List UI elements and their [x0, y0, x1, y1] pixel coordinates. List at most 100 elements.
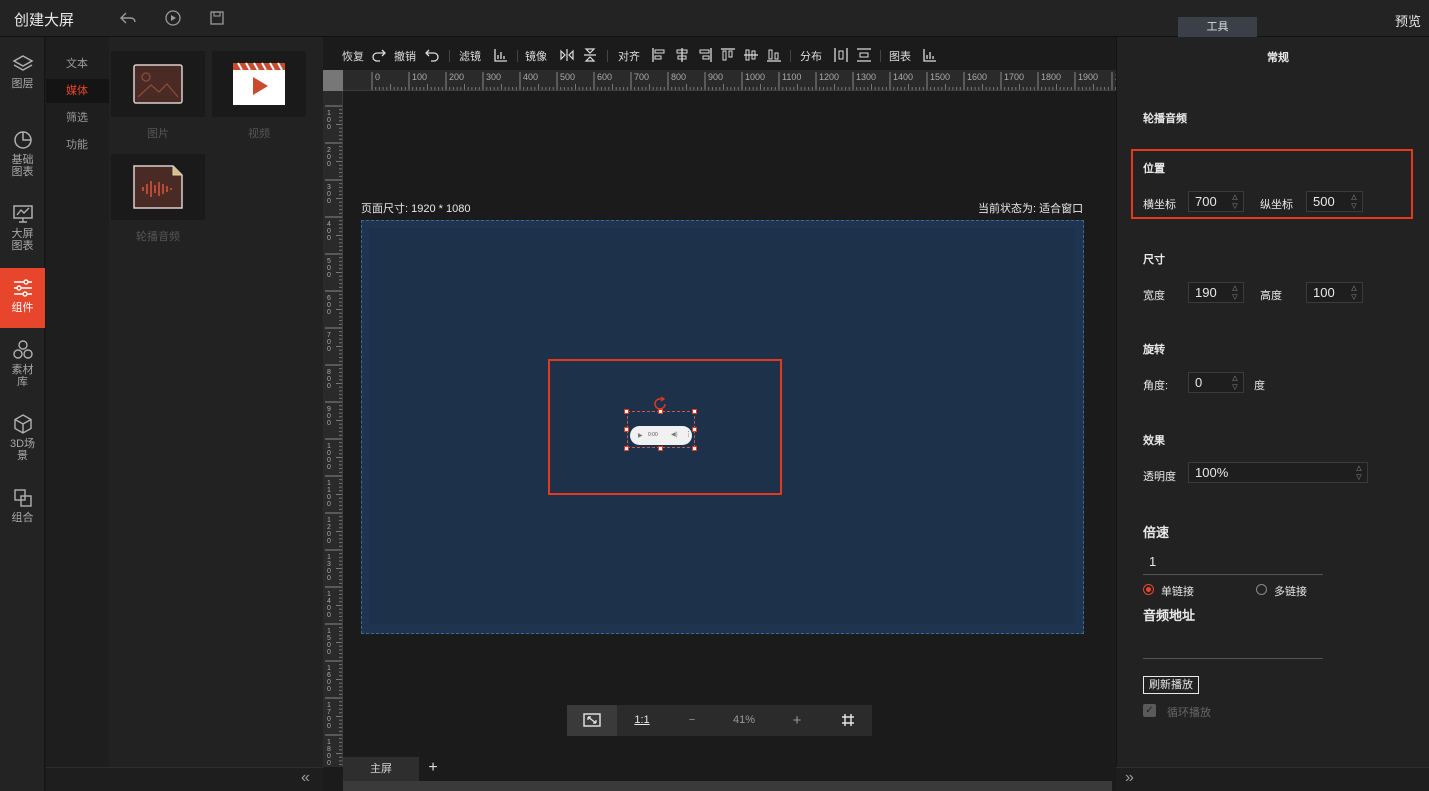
grid-toggle-button[interactable]	[824, 705, 872, 736]
radio-label: 单链接	[1161, 586, 1194, 598]
nav-item-screen-charts[interactable]: 大屏图表	[0, 203, 45, 257]
redo-icon[interactable]	[371, 47, 387, 63]
opacity-input[interactable]: 100% △ ▽	[1188, 462, 1368, 483]
combine-icon	[13, 489, 32, 507]
audio-player[interactable]: ▶ 0:00 ◀) ⋮	[630, 426, 692, 445]
refresh-play-button[interactable]: 刷新播放	[1143, 676, 1199, 694]
ruler-label: 0	[327, 538, 331, 545]
nav-label: 素材库	[11, 364, 34, 388]
audio-url-input[interactable]	[1143, 637, 1323, 659]
ruler-label: 400	[523, 72, 538, 82]
ruler-label: 0	[327, 760, 331, 767]
stepper-icon[interactable]: △ ▽	[1230, 284, 1240, 302]
angle-input[interactable]: 0 △ ▽	[1188, 372, 1244, 393]
speed-input[interactable]: 1	[1143, 554, 1323, 575]
distribute-button[interactable]: 分布	[800, 48, 822, 64]
sub-nav-filter[interactable]: 筛选	[46, 106, 109, 130]
preview-button[interactable]: 预览	[1395, 11, 1421, 30]
player-volume-icon[interactable]: ◀)	[671, 431, 678, 438]
ruler-label: 0	[327, 302, 331, 309]
flip-vertical-icon[interactable]	[582, 47, 598, 63]
ruler-label: 1900	[1078, 72, 1098, 82]
radio-label: 多链接	[1274, 586, 1307, 598]
mirror-button[interactable]: 镜像	[525, 48, 547, 64]
save-icon[interactable]	[207, 9, 227, 29]
chart-button[interactable]: 图表	[889, 48, 911, 64]
align-left-icon[interactable]	[651, 47, 667, 63]
tab-tools[interactable]: 工具	[1178, 17, 1257, 37]
resize-handle[interactable]	[692, 427, 697, 432]
align-bottom-icon[interactable]	[766, 47, 782, 63]
ruler-label: 0	[327, 161, 331, 168]
align-right-icon[interactable]	[697, 47, 713, 63]
ruler-label: 1300	[856, 72, 876, 82]
ruler-label: 0	[327, 649, 331, 656]
nav-item-material-library[interactable]: 素材库	[0, 339, 45, 393]
ruler-label: 1	[327, 487, 331, 494]
align-top-icon[interactable]	[720, 47, 736, 63]
stepper-icon[interactable]: △ ▽	[1230, 374, 1240, 392]
play-icon[interactable]	[163, 9, 183, 29]
redo-button[interactable]: 恢复	[342, 48, 364, 64]
collapse-right-icon[interactable]: »	[1125, 769, 1134, 787]
distribute-v-icon[interactable]	[856, 47, 872, 63]
zoom-1-1-button[interactable]: 1:1	[617, 705, 667, 736]
zoom-bar: 1:1 − 41% +	[567, 705, 872, 736]
player-more-icon[interactable]: ⋮	[685, 430, 692, 438]
collapse-left-icon[interactable]: «	[301, 769, 310, 787]
ruler-label: 1100	[782, 72, 801, 82]
undo-icon[interactable]	[118, 9, 138, 29]
align-middle-icon[interactable]	[743, 47, 759, 63]
nav-item-components[interactable]: 组件	[0, 268, 45, 328]
effect-title: 效果	[1143, 435, 1165, 447]
ruler-label: 0	[327, 383, 331, 390]
bar-chart-icon[interactable]	[922, 47, 938, 63]
flip-horizontal-icon[interactable]	[559, 47, 575, 63]
resize-handle[interactable]	[692, 446, 697, 451]
distribute-h-icon[interactable]	[833, 47, 849, 63]
width-input[interactable]: 190 △ ▽	[1188, 282, 1244, 303]
asset-carousel-audio[interactable]: 轮播音频	[111, 154, 205, 244]
resize-handle[interactable]	[658, 409, 663, 414]
nav-item-basic-charts[interactable]: 基础图表	[0, 129, 45, 183]
filter-button[interactable]: 滤镜	[459, 48, 481, 64]
ruler-label: 1	[327, 517, 331, 524]
stepper-icon[interactable]: △ ▽	[1354, 464, 1364, 482]
player-play-icon[interactable]: ▶	[638, 432, 643, 439]
fit-screen-icon	[583, 713, 601, 727]
fit-screen-button[interactable]	[567, 705, 617, 736]
undo-icon[interactable]	[424, 47, 440, 63]
nav-item-combine[interactable]: 组合	[0, 487, 45, 531]
filter-chart-icon[interactable]	[493, 47, 509, 63]
nav-item-3d-scene[interactable]: 3D场景	[0, 413, 45, 467]
ruler-label: 0	[327, 420, 331, 427]
ruler-label: 0	[327, 568, 331, 575]
zoom-in-button[interactable]: +	[771, 705, 823, 736]
nav-item-layers[interactable]: 图层	[0, 53, 45, 97]
zoom-out-button[interactable]: −	[667, 705, 717, 736]
resize-handle[interactable]	[624, 446, 629, 451]
resize-handle[interactable]	[692, 409, 697, 414]
section-general[interactable]: 常规	[1267, 49, 1289, 65]
sub-nav-media[interactable]: 媒体	[46, 79, 109, 103]
align-button[interactable]: 对齐	[618, 48, 640, 64]
stepper-icon[interactable]: △ ▽	[1349, 284, 1359, 302]
rotation-title: 旋转	[1143, 344, 1165, 356]
sub-nav-text[interactable]: 文本	[46, 52, 109, 76]
ruler-label: 200	[449, 72, 464, 82]
horizontal-scrollbar[interactable]	[343, 781, 1112, 791]
player-time: 0:00	[648, 432, 658, 438]
resize-handle[interactable]	[624, 409, 629, 414]
add-screen-button[interactable]: +	[424, 757, 442, 781]
tab-main-screen[interactable]: 主屏	[343, 757, 419, 781]
audio-url-title: 音频地址	[1143, 608, 1196, 623]
undo-button[interactable]: 撤销	[394, 48, 416, 64]
resize-handle[interactable]	[624, 427, 629, 432]
align-center-h-icon[interactable]	[674, 47, 690, 63]
asset-image[interactable]: 图片	[111, 51, 205, 141]
sub-nav-function[interactable]: 功能	[46, 133, 109, 157]
resize-handle[interactable]	[658, 446, 663, 451]
height-input[interactable]: 100 △ ▽	[1306, 282, 1363, 303]
asset-video[interactable]: 视频	[212, 51, 306, 141]
pie-chart-icon	[13, 131, 32, 149]
